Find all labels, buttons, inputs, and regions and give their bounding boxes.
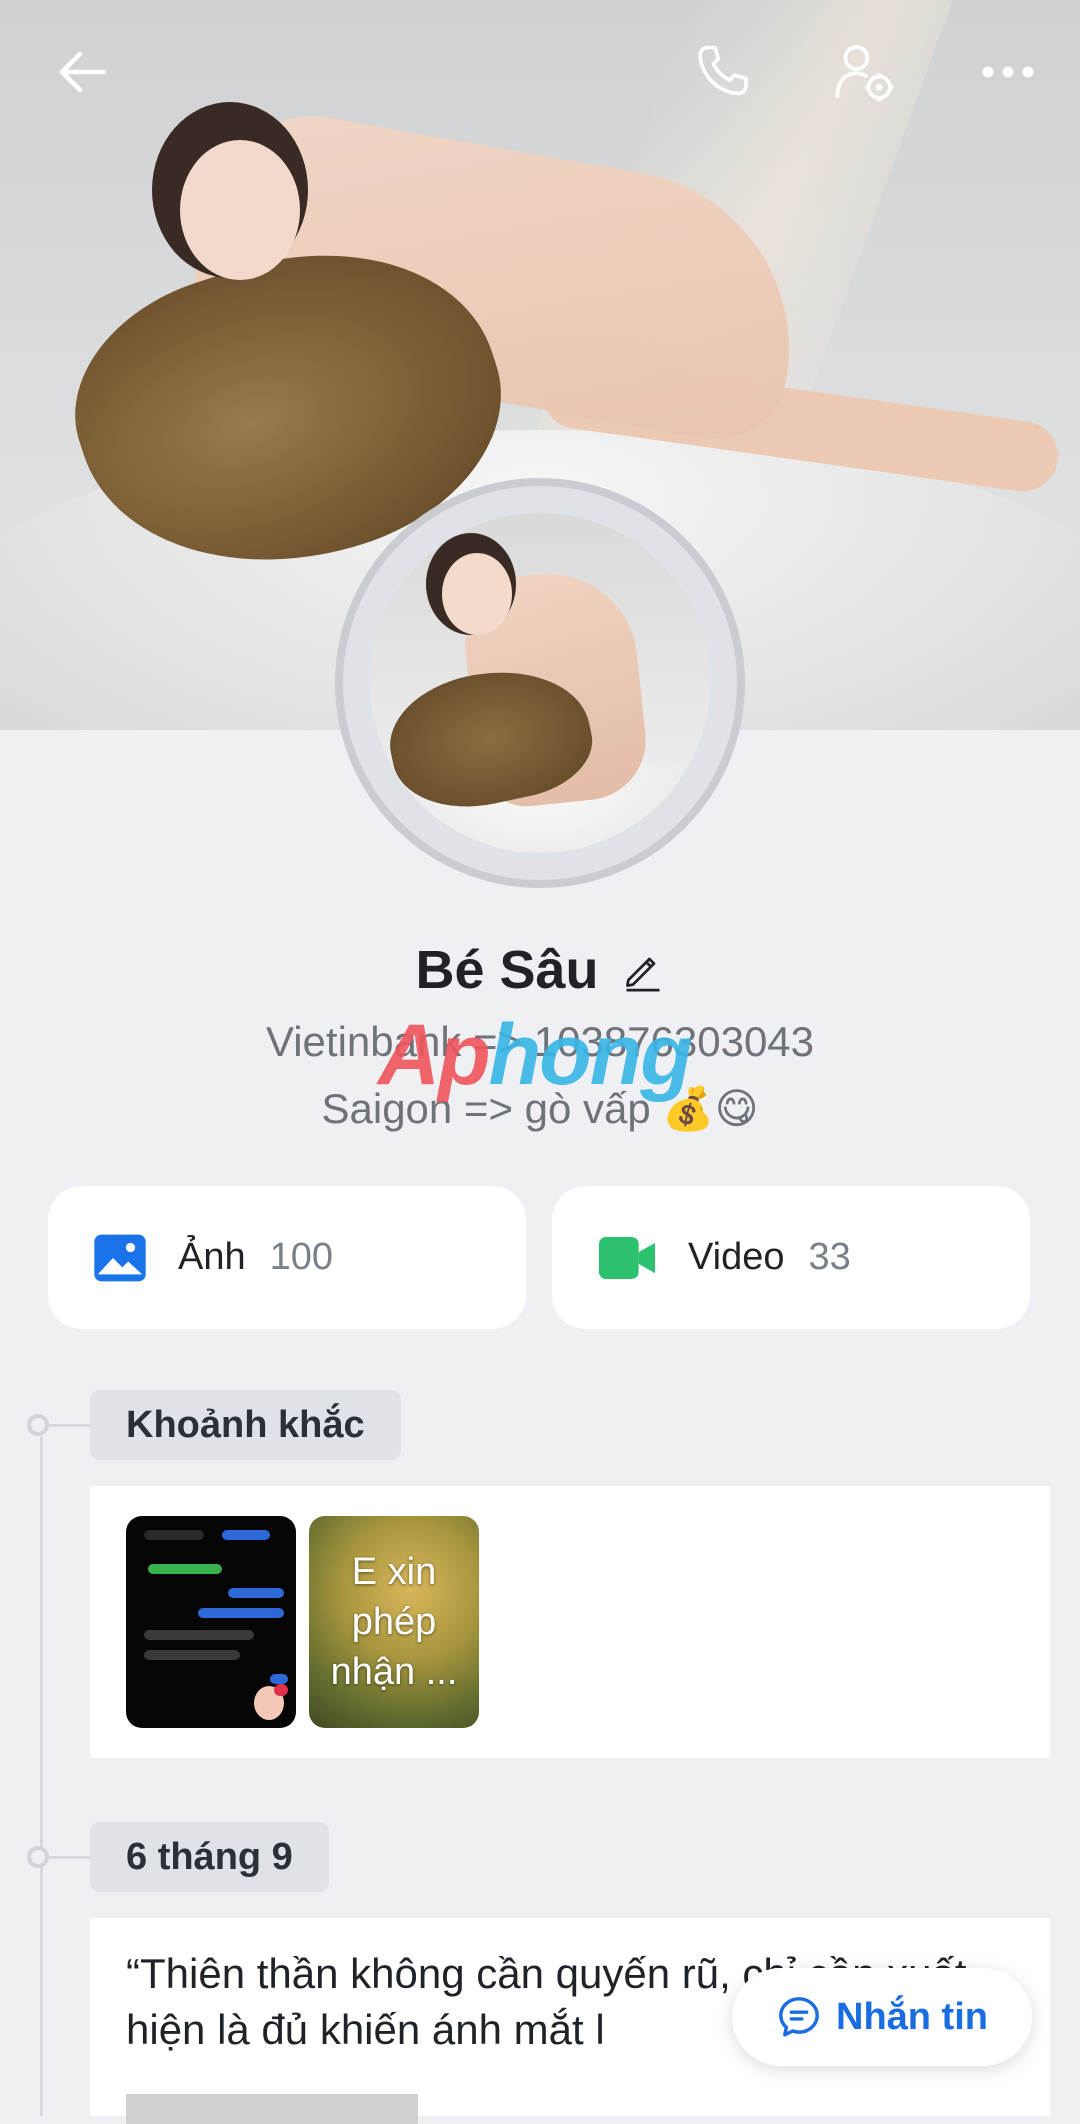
message-button-label: Nhắn tin — [836, 1995, 988, 2038]
photos-card[interactable]: Ảnh 100 — [48, 1186, 526, 1329]
videos-count: 33 — [808, 1236, 851, 1278]
avatar-head — [442, 553, 512, 635]
post-image-preview[interactable] — [126, 2094, 418, 2124]
video-camera-icon — [599, 1236, 655, 1279]
videos-card[interactable]: Video 33 — [552, 1186, 1030, 1329]
profile-settings-button[interactable] — [824, 32, 904, 112]
top-bar — [0, 0, 1080, 145]
more-horizontal-icon — [982, 66, 1034, 78]
photos-label: Ảnh — [178, 1236, 246, 1278]
image-icon — [94, 1234, 146, 1281]
date-header: 6 tháng 9 — [90, 1822, 329, 1892]
back-button[interactable] — [42, 32, 122, 112]
bio-line-bank: Vietinbank => 103876303043 — [265, 1018, 815, 1065]
timeline-dot — [27, 1414, 49, 1436]
timeline-dot — [27, 1846, 49, 1868]
photos-count: 100 — [269, 1236, 334, 1278]
more-button[interactable] — [968, 32, 1048, 112]
user-settings-icon — [835, 45, 894, 102]
moments-panel: E xin phép nhận ... — [90, 1486, 1050, 1758]
moments-header: Khoảnh khắc — [90, 1390, 401, 1460]
videos-label: Video — [688, 1236, 785, 1278]
profile-name: Bé Sâu — [415, 940, 599, 1000]
timeline-tick — [49, 1856, 91, 1859]
chat-bubble-icon — [779, 1997, 819, 2037]
phone-icon — [698, 45, 748, 96]
message-button[interactable]: Nhắn tin — [732, 1968, 1032, 2066]
edit-pencil-icon[interactable] — [621, 948, 665, 992]
bio-line-location: Saigon => gò vấp 💰😋 — [321, 1085, 759, 1132]
timeline-tick — [49, 1424, 91, 1427]
moment-thumbnail-chat[interactable] — [126, 1516, 296, 1728]
call-button[interactable] — [682, 32, 762, 112]
avatar[interactable] — [370, 513, 710, 853]
cover-head — [180, 140, 300, 280]
timeline-line — [40, 1436, 43, 2116]
name-row: Bé Sâu — [0, 930, 1080, 1010]
arrow-left-icon — [59, 51, 107, 93]
moment-thumbnail-text[interactable]: E xin phép nhận ... — [309, 1516, 479, 1728]
